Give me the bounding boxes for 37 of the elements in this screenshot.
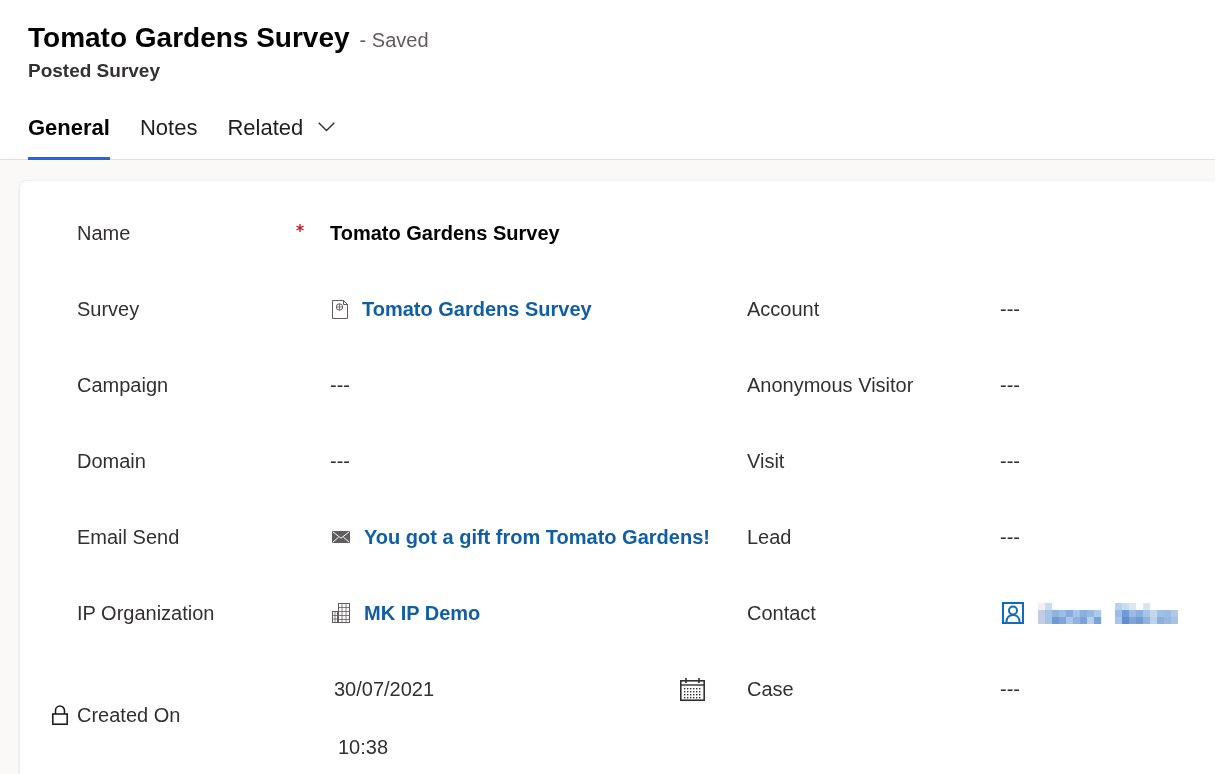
field-label: Visit [747, 449, 785, 474]
calendar-icon[interactable] [680, 677, 705, 701]
contact-card-icon [1002, 602, 1024, 624]
field-label: Campaign [77, 373, 169, 398]
save-status: - Saved [359, 28, 429, 53]
empty-value: --- [330, 450, 350, 472]
building-icon [332, 603, 350, 623]
envelope-icon [332, 531, 350, 543]
lookup-link[interactable]: Tomato Gardens Survey [362, 295, 592, 323]
field-label: Survey [77, 297, 140, 322]
field-label: Email Send [77, 525, 180, 550]
field-label: Domain [77, 449, 146, 474]
field-label: Lead [747, 525, 792, 550]
empty-value: --- [1000, 526, 1020, 548]
date-input[interactable]: 30/07/2021 [330, 651, 705, 727]
tab[interactable]: Related [227, 96, 336, 160]
field-label: IP Organization [77, 601, 215, 626]
field-label: Name [77, 221, 131, 246]
time-input[interactable]: 10:38 [330, 727, 450, 767]
lookup-link[interactable]: You got a gift from Tomato Gardens! [364, 523, 710, 551]
tab[interactable]: General [28, 96, 110, 160]
field-label: Anonymous Visitor [747, 373, 914, 398]
tab[interactable]: Notes [139, 96, 198, 160]
entity-name: Posted Survey [28, 59, 160, 83]
record-title: Tomato Gardens Survey [28, 21, 350, 55]
empty-value: --- [1000, 450, 1020, 472]
field-label: Case [747, 677, 794, 702]
field-label: Created On [77, 703, 181, 728]
empty-value: --- [1000, 298, 1020, 320]
empty-value: --- [1000, 678, 1020, 700]
field-label: Account [747, 297, 820, 322]
lookup-link[interactable]: MK IP Demo [364, 599, 481, 627]
survey-document-icon [332, 299, 348, 319]
empty-value: --- [1000, 374, 1020, 396]
field-label: Contact [747, 601, 816, 626]
name-input[interactable]: Tomato Gardens Survey [330, 219, 747, 247]
empty-value: --- [330, 374, 350, 396]
